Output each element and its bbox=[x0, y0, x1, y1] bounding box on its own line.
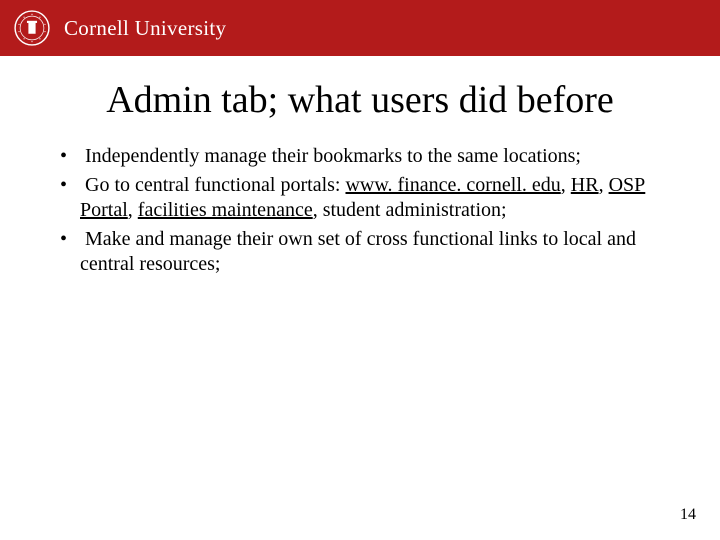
bullet-text: Go to central functional portals: bbox=[85, 174, 345, 196]
link-text[interactable]: HR bbox=[571, 174, 599, 196]
brand-header: Cornell University bbox=[0, 0, 720, 56]
page-number: 14 bbox=[680, 506, 696, 524]
bullet-text: Make and manage their own set of cross f… bbox=[80, 228, 636, 276]
slide-title: Admin tab; what users did before bbox=[0, 78, 720, 122]
link-text[interactable]: www. finance. cornell. edu bbox=[345, 174, 560, 196]
cornell-seal-icon bbox=[14, 10, 50, 46]
bullet-item: Independently manage their bookmarks to … bbox=[80, 144, 682, 170]
link-text[interactable]: facilities maintenance bbox=[138, 199, 313, 221]
brand-wordmark: Cornell University bbox=[64, 16, 226, 41]
bullet-text: Independently manage their bookmarks to … bbox=[85, 145, 581, 167]
separator: , bbox=[128, 199, 138, 221]
bullet-item: Make and manage their own set of cross f… bbox=[80, 227, 682, 278]
slide: Cornell University Admin tab; what users… bbox=[0, 0, 720, 540]
bullet-item: Go to central functional portals: www. f… bbox=[80, 173, 682, 224]
separator: , bbox=[599, 174, 609, 196]
separator: , bbox=[561, 174, 571, 196]
bullet-tail: , student administration; bbox=[313, 199, 507, 221]
bullet-list: Independently manage their bookmarks to … bbox=[0, 144, 720, 278]
